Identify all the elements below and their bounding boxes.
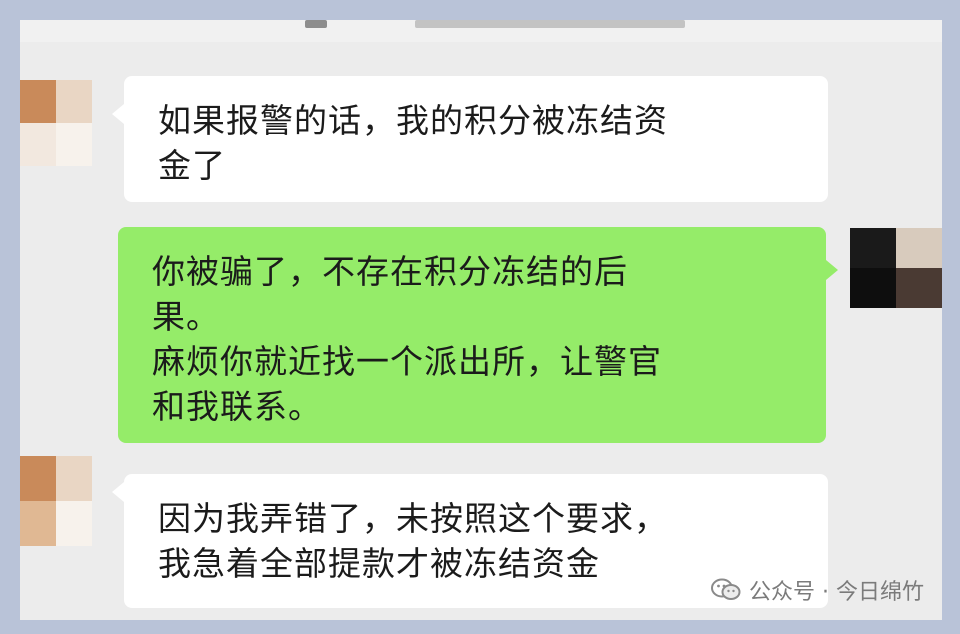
- watermark: 公众号 · 今日绵竹: [711, 574, 924, 606]
- bubble-tail: [112, 482, 124, 502]
- outgoing-message-bubble[interactable]: 你被骗了，不存在积分冻结的后 果。 麻烦你就近找一个派出所，让警官 和我联系。: [118, 227, 826, 443]
- message-text-line: 如果报警的话，我的积分被冻结资: [158, 101, 668, 140]
- message-text-line: 和我联系。: [152, 387, 322, 426]
- watermark-text: 公众号 · 今日绵竹: [749, 580, 924, 605]
- bubble-tail: [826, 260, 838, 280]
- chat-window: 如果报警的话，我的积分被冻结资 金了 你被骗了，不存在积分冻结的后 果。 麻烦你…: [20, 20, 942, 620]
- message-text-line: 你被骗了，不存在积分冻结的后: [152, 252, 628, 291]
- message-text-line: 麻烦你就近找一个派出所，让警官: [152, 342, 662, 381]
- contact-avatar[interactable]: [20, 456, 92, 546]
- incoming-message-bubble[interactable]: 如果报警的话，我的积分被冻结资 金了: [124, 76, 828, 202]
- blurred-header-fragment: [305, 20, 327, 28]
- message-text-line: 我急着全部提款才被冻结资金: [158, 544, 600, 583]
- message-text-line: 金了: [158, 146, 226, 185]
- contact-avatar[interactable]: [20, 80, 92, 166]
- blurred-header-fragment: [415, 20, 685, 28]
- wechat-official-account-icon: [711, 578, 741, 602]
- cropped-header: [20, 20, 942, 42]
- bubble-tail: [112, 104, 124, 124]
- message-text-line: 果。: [152, 297, 220, 336]
- user-avatar[interactable]: [850, 228, 942, 308]
- message-text-line: 因为我弄错了，未按照这个要求，: [158, 499, 668, 538]
